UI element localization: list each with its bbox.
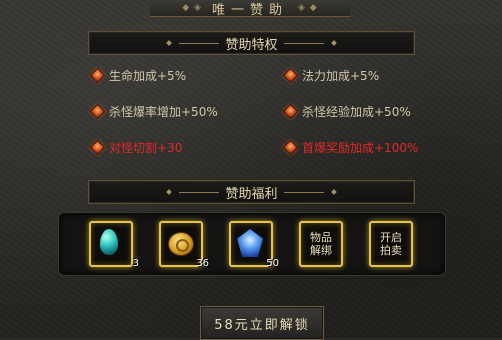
item-count: 50 [266, 258, 279, 269]
perk-label: 生命加成+5% [109, 69, 187, 83]
benefit-slot-crystal[interactable]: 50 [229, 221, 279, 269]
benefit-slot-unbind[interactable]: 物品解绑 [299, 221, 343, 267]
perk-item: 对怪切割+30 [89, 139, 183, 156]
perk-label: 法力加成+5% [302, 69, 380, 83]
benefit-slot-auction[interactable]: 开启拍卖 [369, 221, 413, 267]
perk-item: 法力加成+5% [282, 67, 380, 84]
ornament-line [179, 42, 220, 44]
perk-item: 杀怪经验加成+50% [282, 103, 411, 120]
item-count: 36 [196, 258, 209, 269]
benefit-slot-egg[interactable]: 3 [89, 221, 139, 269]
benefit-slot-coin[interactable]: 36 [159, 221, 209, 269]
diamond-gem-icon [282, 139, 299, 156]
diamond-gem-icon [89, 67, 106, 84]
benefit-label: 开启拍卖 [380, 231, 402, 257]
benefits-header-label: 赞助福利 [225, 186, 278, 202]
perk-label: 对怪切割+30 [109, 141, 183, 155]
blue-crystal-icon [237, 229, 263, 257]
benefits-header: 赞助福利 [88, 180, 415, 204]
diamond-gem-icon [282, 67, 299, 84]
ornament-dot-icon [166, 40, 173, 46]
title-bar: ◆ ◈ 唯一赞助 ◈ ◆ [150, 0, 350, 18]
privileges-header-label: 赞助特权 [225, 37, 278, 53]
ornament-dot-icon [330, 189, 337, 195]
ornament-right-icon: ◈ ◆ [298, 3, 318, 13]
ornament-dot-icon [330, 40, 337, 46]
unlock-button[interactable]: 58元立即解锁 [200, 306, 324, 340]
privileges-header: 赞助特权 [88, 31, 415, 55]
benefit-label: 物品解绑 [310, 231, 332, 257]
blue-egg-icon [100, 229, 118, 255]
perk-item: 生命加成+5% [89, 67, 187, 84]
ornament-line [283, 191, 324, 193]
diamond-gem-icon [89, 139, 106, 156]
benefits-panel: 3 36 50 物品解绑 开启拍卖 [58, 212, 446, 276]
perk-label: 杀怪经验加成+50% [302, 105, 411, 119]
diamond-gem-icon [89, 103, 106, 120]
perk-item: 杀怪爆率增加+50% [89, 103, 218, 120]
diamond-gem-icon [282, 103, 299, 120]
item-count: 3 [132, 258, 139, 269]
ornament-line [283, 42, 324, 44]
gold-coin-icon [168, 232, 194, 256]
perk-item: 首爆奖励加成+100% [282, 139, 419, 156]
perk-label: 首爆奖励加成+100% [302, 141, 419, 155]
page-title: 唯一赞助 [211, 2, 288, 18]
ornament-line [179, 191, 220, 193]
perk-label: 杀怪爆率增加+50% [109, 105, 218, 119]
ornament-left-icon: ◆ ◈ [182, 3, 202, 13]
ornament-dot-icon [166, 189, 173, 195]
